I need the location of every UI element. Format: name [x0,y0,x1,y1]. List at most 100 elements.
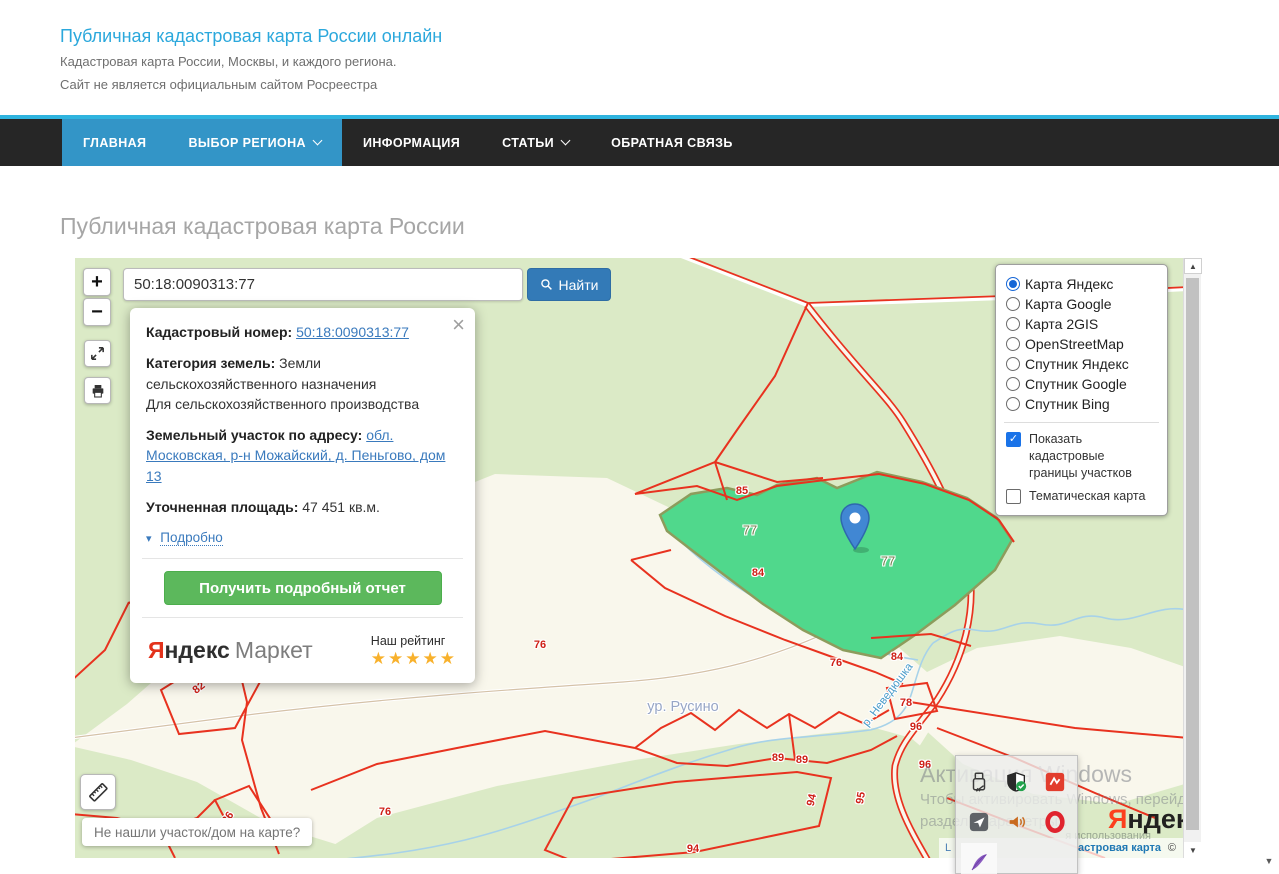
land-category-label: Категория земель: [146,355,275,371]
not-found-label: Не нашли участок/дом на карте? [94,825,300,840]
layer-option-2gis-map[interactable]: Карта 2GIS [1006,314,1157,334]
layer-option-yandex-satellite[interactable]: Спутник Яндекс [1006,354,1157,374]
search-button[interactable]: Найти [527,268,611,301]
tray-icons-grid [960,762,1073,874]
layers-divider [1004,422,1159,423]
parcel-label: 84 [891,651,903,663]
layer-option-label: OpenStreetMap [1025,336,1124,352]
nav-item-information-label: ИНФОРМАЦИЯ [363,136,460,150]
layer-option-google-satellite[interactable]: Спутник Google [1006,374,1157,394]
parcel-label: 95 [854,791,868,805]
ruler-icon [86,780,110,804]
printer-icon [90,383,106,399]
page-title: Публичная кадастровая карта России [60,213,465,240]
radio-icon [1006,297,1020,311]
minus-icon: − [91,301,103,324]
zoom-in-button[interactable]: + [83,268,111,296]
nav-item-feedback-label: ОБРАТНАЯ СВЯЗЬ [611,136,733,150]
layer-option-openstreetmap[interactable]: OpenStreetMap [1006,334,1157,354]
map-scrollbar[interactable]: ▲ ▼ [1183,258,1201,858]
site-title-link[interactable]: Публичная кадастровая карта России онлай… [60,26,442,47]
layer-option-google-map[interactable]: Карта Google [1006,294,1157,314]
nav-active-group: ГЛАВНАЯ ВЫБОР РЕГИОНА [62,119,342,166]
nav-item-information[interactable]: ИНФОРМАЦИЯ [342,119,481,166]
area-row: Уточненная площадь: 47 451 кв.м. [146,497,459,517]
site-header: Публичная кадастровая карта России онлай… [0,0,1279,115]
radio-icon [1006,317,1020,331]
scroll-down-arrow-icon[interactable]: ▼ [1184,842,1202,858]
red-app-icon[interactable] [1040,767,1070,797]
parcel-label: 76 [830,657,842,669]
land-category-row: Категория земель: Земли сельскохозяйстве… [146,353,459,414]
cadastral-map-attribution-link[interactable]: астровая карта [1078,842,1161,854]
parcel-label: 89 [772,752,784,764]
nav-item-articles-label: СТАТЬИ [502,136,554,150]
zoom-out-button[interactable]: − [83,298,111,326]
checkbox-thematic-map[interactable]: Тематическая карта [1006,488,1157,505]
checkbox-icon [1006,489,1021,504]
site-subtitle-1: Кадастровая карта России, Москвы, и кажд… [60,54,397,69]
layer-option-label: Карта 2GIS [1025,316,1098,332]
windows-tray-flyout [955,755,1078,874]
parcel-label: 94 [805,793,819,807]
radio-selected-icon [1006,277,1020,291]
parcel-label: 76 [379,806,391,818]
measure-button[interactable] [80,774,116,810]
feather-app-icon[interactable] [961,843,997,874]
layers-panel: Карта Яндекс Карта Google Карта 2GIS Ope… [995,264,1168,516]
copyright-sign: © [1168,842,1176,854]
checkbox-cadastral-borders[interactable]: ✓ Показать кадастровые границы участков [1006,431,1157,482]
parcel-info-popup: × Кадастровый номер: 50:18:0090313:77 Ка… [130,308,475,683]
popup-divider [142,617,463,618]
checkbox-checked-icon: ✓ [1006,432,1021,447]
scroll-up-arrow-icon[interactable]: ▲ [1184,258,1202,274]
plus-icon: + [91,271,103,294]
nav-item-region-select[interactable]: ВЫБОР РЕГИОНА [167,119,342,166]
search-input[interactable] [123,268,523,301]
address-row: Земельный участок по адресу: обл. Москов… [146,425,459,486]
expand-arrows-icon [89,345,106,362]
scrollbar-thumb[interactable] [1186,278,1199,830]
parcel-label: 84 [752,567,764,579]
volume-icon[interactable] [1002,807,1032,837]
parcel-label: 89 [796,754,808,766]
print-button[interactable] [84,377,111,404]
search-icon [540,278,553,291]
nav-item-home[interactable]: ГЛАВНАЯ [62,119,167,166]
terms-of-use-link[interactable]: я использования [1065,830,1151,842]
popup-divider [142,558,463,559]
yandex-market-logo-ndex: ндекс [165,637,230,663]
layer-option-yandex-map[interactable]: Карта Яндекс [1006,274,1157,294]
parcel-label: 96 [910,721,922,733]
close-icon[interactable]: × [452,314,465,336]
rating-block: Наш рейтинг ★★★★★ [371,632,457,669]
yandex-market-logo-ya: Я [148,637,165,663]
site-subtitle-2: Сайт не является официальным сайтом Роср… [60,77,377,92]
parcel-label: 85 [736,485,748,497]
radio-icon [1006,377,1020,391]
details-toggle[interactable]: ▾ Подробно [146,528,459,548]
parcel-label: 78 [900,697,912,709]
layer-option-label: Карта Google [1025,296,1112,312]
usb-device-icon[interactable] [964,767,994,797]
nav-item-articles[interactable]: СТАТЬИ [481,119,590,166]
report-button[interactable]: Получить подробный отчет [164,571,442,605]
layer-option-bing-satellite[interactable]: Спутник Bing [1006,394,1157,414]
leaflet-attribution[interactable]: L [945,842,951,854]
parcel-label: 77 [743,523,757,538]
yandex-market-logo[interactable]: ЯндексМаркет [148,634,313,667]
address-label: Земельный участок по адресу: [146,427,362,443]
land-use-value: Для сельскохозяйственного производства [146,396,419,412]
cadastral-number-link[interactable]: 50:18:0090313:77 [296,324,409,340]
page-scroll-down-arrow-icon[interactable]: ▼ [1260,852,1278,870]
parcel-label: 76 [534,639,546,651]
not-found-link[interactable]: Не нашли участок/дом на карте? [82,818,312,846]
opera-browser-icon[interactable] [1040,807,1070,837]
security-shield-icon[interactable] [1002,767,1032,797]
fullscreen-button[interactable] [84,340,111,367]
nav-item-feedback[interactable]: ОБРАТНАЯ СВЯЗЬ [590,119,754,166]
dark-app-icon[interactable] [964,807,994,837]
map-marker-pin[interactable] [837,502,873,554]
place-label: ур. Русино [647,699,718,715]
layer-option-label: Спутник Яндекс [1025,356,1129,372]
